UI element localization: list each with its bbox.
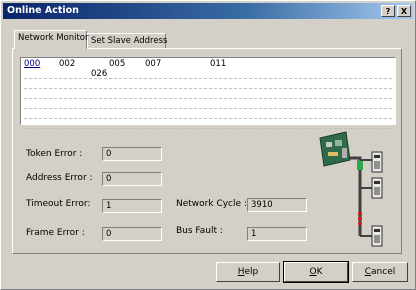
frame-error-label: Frame Error : — [26, 228, 85, 238]
token-error-label: Token Error : — [26, 149, 83, 159]
address-error-label: Address Error : — [26, 173, 93, 183]
network-cycle-label: Network Cycle : — [176, 199, 247, 209]
help-button[interactable]: Help — [216, 262, 280, 282]
cancel-label: ancel — [371, 267, 396, 277]
node-address[interactable]: 007 — [145, 59, 161, 69]
monitor-row — [24, 118, 392, 129]
network-monitor-list[interactable]: 000 002 005 007 011 026 — [20, 57, 396, 129]
window-title: Online Action — [7, 5, 79, 16]
node-address[interactable]: 005 — [109, 59, 125, 69]
cancel-button[interactable]: Cancel — [352, 262, 408, 282]
node-address[interactable]: 026 — [91, 69, 107, 79]
tab-network-monitor[interactable]: Network Monitor — [14, 30, 89, 49]
bus-fault-label: Bus Fault : — [176, 226, 223, 236]
help-mnemonic: H — [237, 267, 245, 277]
ok-button[interactable]: OK — [283, 261, 349, 283]
timeout-error-label: Timeout Error: — [26, 199, 91, 209]
node-address-selected[interactable]: 000 — [24, 59, 40, 69]
frame-error-field: 0 — [102, 227, 162, 241]
node-address[interactable]: 002 — [59, 59, 75, 69]
token-error-field: 0 — [102, 147, 162, 161]
close-button[interactable]: X — [397, 5, 411, 17]
bus-fault-field: 1 — [247, 227, 307, 241]
help-label: elp — [244, 267, 259, 277]
address-error-field: 0 — [102, 172, 162, 186]
timeout-error-field: 1 — [102, 199, 162, 213]
network-topology-icon — [319, 131, 383, 247]
node-address[interactable]: 011 — [210, 59, 226, 69]
network-cycle-field: 3910 — [247, 198, 307, 212]
tab-set-slave-address[interactable]: Set Slave Address — [87, 33, 167, 48]
help-title-button[interactable]: ? — [381, 5, 395, 17]
ok-mnemonic: O — [309, 267, 317, 277]
ok-label: K — [316, 267, 323, 277]
title-bar[interactable]: Online Action ? X — [3, 3, 413, 19]
